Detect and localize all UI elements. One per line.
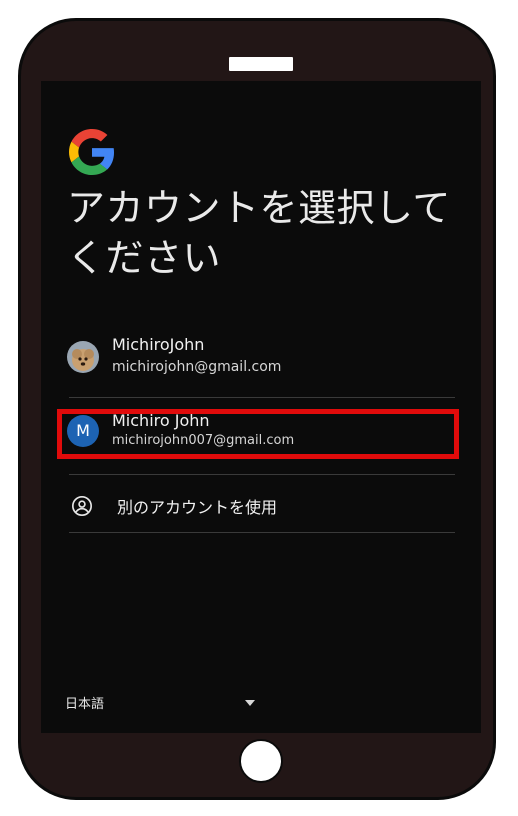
home-button[interactable]	[239, 739, 283, 783]
account-email: michirojohn@gmail.com	[112, 359, 282, 375]
page-title: アカウントを選択してください	[67, 186, 451, 280]
phone-speaker	[229, 57, 293, 71]
account-item-michirojohn[interactable]: MichiroJohn michirojohn@gmail.com	[67, 335, 457, 393]
account-name: MichiroJohn	[112, 335, 205, 354]
language-label: 日本語	[65, 697, 105, 712]
use-another-account-button[interactable]: 別のアカウントを使用	[71, 493, 451, 523]
phone-screen: アカウントを選択してください MichiroJohn michirojohn@g…	[41, 81, 481, 733]
account-photo-avatar	[67, 341, 99, 373]
divider	[69, 474, 455, 475]
google-logo-icon	[69, 129, 115, 175]
divider	[69, 532, 455, 533]
phone-frame: アカウントを選択してください MichiroJohn michirojohn@g…	[18, 18, 496, 800]
caret-down-icon	[245, 700, 255, 706]
use-another-account-label: 別のアカウントを使用	[117, 498, 278, 517]
selection-highlight-box	[57, 409, 459, 459]
divider	[69, 397, 455, 398]
language-selector[interactable]: 日本語	[65, 693, 265, 717]
account-circle-icon	[72, 496, 92, 516]
